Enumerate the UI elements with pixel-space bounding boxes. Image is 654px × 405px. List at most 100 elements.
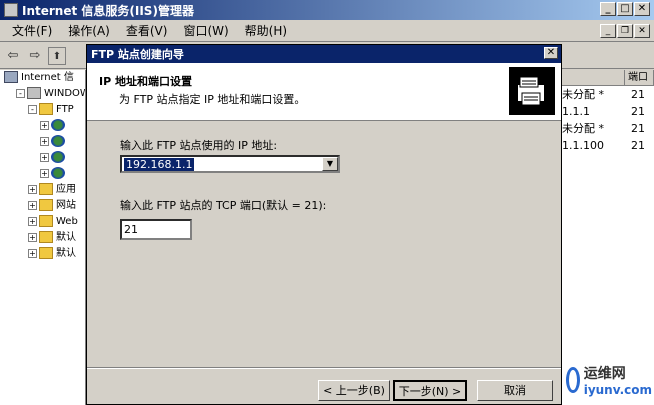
dialog-subheading: 为 FTP 站点指定 IP 地址和端口设置。 bbox=[119, 93, 306, 106]
tree-item[interactable]: - FTP bbox=[0, 102, 85, 118]
iis-app-icon bbox=[4, 3, 18, 17]
list-row[interactable]: 1.1.100 21 bbox=[560, 137, 654, 154]
menu-action[interactable]: 操作(A) bbox=[60, 22, 118, 39]
forward-arrow-icon[interactable]: ⇨ bbox=[26, 47, 44, 65]
watermark: 运维网 iyunv.com bbox=[566, 358, 652, 402]
dialog-close-button[interactable]: ✕ bbox=[544, 47, 558, 59]
menu-help[interactable]: 帮助(H) bbox=[237, 22, 295, 39]
expand-icon[interactable]: + bbox=[28, 248, 37, 258]
expand-icon[interactable]: + bbox=[40, 120, 49, 130]
menu-bar: 文件(F) 操作(A) 查看(V) 窗口(W) 帮助(H) bbox=[0, 20, 654, 42]
mdi-close-button[interactable]: ✕ bbox=[634, 24, 650, 38]
tree-item[interactable]: + bbox=[0, 134, 85, 150]
menu-window[interactable]: 窗口(W) bbox=[175, 22, 236, 39]
globe-icon bbox=[51, 151, 65, 163]
globe-icon bbox=[51, 135, 65, 147]
list-cell-port: 21 bbox=[631, 105, 645, 118]
expand-icon[interactable]: + bbox=[40, 168, 49, 178]
list-row[interactable]: 未分配 * 21 bbox=[560, 120, 654, 137]
ftp-wizard-dialog: FTP 站点创建向导 ✕ IP 地址和端口设置 为 FTP 站点指定 IP 地址… bbox=[86, 44, 562, 405]
up-folder-icon[interactable]: ⬆ bbox=[48, 46, 66, 65]
expand-icon[interactable]: + bbox=[28, 232, 37, 242]
expand-icon[interactable]: + bbox=[28, 216, 37, 226]
tree-item[interactable]: + bbox=[0, 118, 85, 134]
tree-item-label: 默认 bbox=[56, 232, 76, 243]
collapse-icon[interactable]: - bbox=[16, 88, 25, 98]
folder-icon bbox=[39, 103, 53, 115]
back-arrow-icon[interactable]: ⇦ bbox=[4, 47, 22, 65]
folder-icon bbox=[39, 199, 53, 211]
tree-item-label: Web bbox=[56, 216, 78, 227]
tree-item-label: FTP bbox=[56, 104, 74, 115]
tree-item-label: WINDOWS bbox=[44, 88, 85, 99]
globe-icon bbox=[51, 167, 65, 179]
tree-item[interactable]: + bbox=[0, 150, 85, 166]
wizard-icon bbox=[509, 67, 555, 115]
tree-item[interactable]: + 应用 bbox=[0, 182, 85, 198]
tree-item[interactable]: - WINDOWS bbox=[0, 86, 85, 102]
back-button[interactable]: < 上一步(B) bbox=[318, 380, 390, 401]
tcp-port-input[interactable]: 21 bbox=[120, 219, 192, 240]
list-cell-port: 21 bbox=[631, 88, 645, 101]
list-row[interactable]: 1.1.1 21 bbox=[560, 103, 654, 120]
list-cell-ip: 未分配 * bbox=[562, 88, 604, 101]
list-cell-port: 21 bbox=[631, 122, 645, 135]
mdi-minimize-button[interactable]: _ bbox=[600, 24, 616, 38]
list-row[interactable]: 未分配 * 21 bbox=[560, 86, 654, 103]
tree-item-label: 默认 bbox=[56, 248, 76, 259]
chevron-down-icon[interactable]: ▼ bbox=[322, 157, 338, 171]
list-cell-ip: 1.1.100 bbox=[562, 139, 604, 152]
list-cell-port: 21 bbox=[631, 139, 645, 152]
tree-item[interactable]: + bbox=[0, 166, 85, 182]
window-title-bar: Internet 信息服务(IIS)管理器 bbox=[0, 0, 654, 20]
expand-icon[interactable]: + bbox=[28, 200, 37, 210]
tree-item[interactable]: + 默认 bbox=[0, 246, 85, 262]
cancel-button[interactable]: 取消 bbox=[477, 380, 553, 401]
tree-item-label: 应用 bbox=[56, 184, 76, 195]
tree-item-label: 网站 bbox=[56, 200, 76, 211]
server-icon bbox=[27, 87, 41, 99]
tree-pane: Internet 信-WINDOWS-FTP+++++应用+网站+Web+默认+… bbox=[0, 70, 86, 405]
close-button[interactable]: ✕ bbox=[634, 2, 650, 16]
list-cell-ip: 1.1.1 bbox=[562, 105, 590, 118]
list-col-port[interactable]: 端口 bbox=[625, 70, 654, 85]
menu-view[interactable]: 查看(V) bbox=[118, 22, 176, 39]
list-col-ip[interactable] bbox=[560, 70, 625, 85]
minimize-button[interactable]: _ bbox=[600, 2, 616, 16]
mdi-restore-button[interactable]: ❐ bbox=[617, 24, 633, 38]
folder-icon bbox=[39, 231, 53, 243]
watermark-line2: iyunv.com bbox=[583, 383, 652, 397]
ip-address-combobox[interactable]: 192.168.1.1 ▼ bbox=[120, 155, 340, 173]
expand-icon[interactable]: + bbox=[40, 136, 49, 146]
folder-icon bbox=[39, 247, 53, 259]
dialog-header: IP 地址和端口设置 为 FTP 站点指定 IP 地址和端口设置。 bbox=[87, 63, 561, 121]
expand-icon[interactable]: + bbox=[28, 184, 37, 194]
tree-item-label: Internet 信 bbox=[21, 72, 74, 83]
watermark-line1: 运维网 bbox=[583, 366, 626, 382]
window-title: Internet 信息服务(IIS)管理器 bbox=[22, 3, 194, 18]
list-header: 端口 bbox=[560, 70, 654, 86]
menu-file[interactable]: 文件(F) bbox=[4, 22, 60, 39]
expand-icon[interactable]: + bbox=[40, 152, 49, 162]
ip-address-label: 输入此 FTP 站点使用的 IP 地址: bbox=[120, 139, 278, 152]
globe-icon bbox=[51, 119, 65, 131]
dialog-title-bar: FTP 站点创建向导 ✕ bbox=[87, 45, 561, 63]
dialog-heading: IP 地址和端口设置 bbox=[99, 75, 192, 88]
next-button[interactable]: 下一步(N) > bbox=[393, 380, 467, 401]
maximize-button[interactable]: □ bbox=[617, 2, 633, 16]
tcp-port-label: 输入此 FTP 站点的 TCP 端口(默认 = 21): bbox=[120, 199, 327, 212]
folder-icon bbox=[39, 183, 53, 195]
tree-item[interactable]: + 默认 bbox=[0, 230, 85, 246]
site-list: 端口 未分配 * 21 1.1.1 21 未分配 * 21 1.1.100 21 bbox=[560, 70, 654, 405]
dialog-title: FTP 站点创建向导 bbox=[91, 48, 184, 61]
computer-icon bbox=[4, 71, 18, 83]
watermark-logo-icon bbox=[566, 367, 580, 393]
ip-address-value[interactable]: 192.168.1.1 bbox=[124, 158, 195, 171]
tree-item[interactable]: Internet 信 bbox=[0, 70, 85, 86]
collapse-icon[interactable]: - bbox=[28, 104, 37, 114]
tree-item[interactable]: + 网站 bbox=[0, 198, 85, 214]
tree-item[interactable]: + Web bbox=[0, 214, 85, 230]
folder-icon bbox=[39, 215, 53, 227]
dialog-separator bbox=[87, 367, 561, 369]
list-cell-ip: 未分配 * bbox=[562, 122, 604, 135]
